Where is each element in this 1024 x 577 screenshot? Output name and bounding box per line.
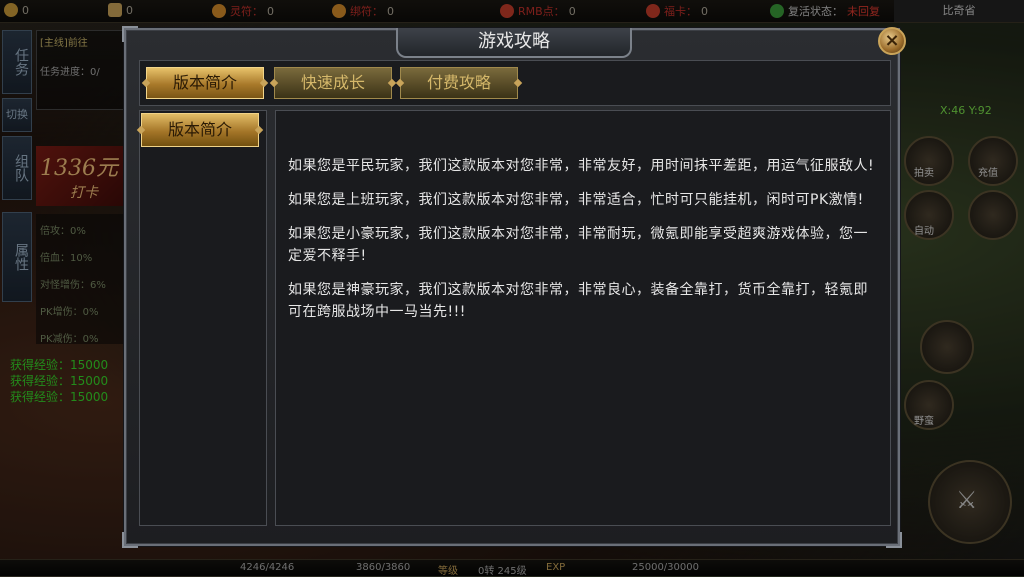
tab-bar: 版本简介 快速成长 付费攻略 — [139, 60, 891, 106]
guide-paragraph: 如果您是平民玩家，我们这款版本对您非常，非常友好，用时间抹平差距，用运气征服敌人… — [288, 158, 875, 174]
close-button[interactable]: × — [878, 27, 906, 55]
frame-corner — [122, 532, 138, 548]
frame-corner — [886, 532, 902, 548]
side-item-version-intro[interactable]: 版本简介 — [141, 113, 259, 147]
tab-fast-growth[interactable]: 快速成长 — [274, 67, 392, 99]
tab-version-intro[interactable]: 版本简介 — [146, 67, 264, 99]
guide-content: 如果您是平民玩家，我们这款版本对您非常，非常友好，用时间抹平差距，用运气征服敌人… — [275, 110, 891, 526]
dialog-title: 游戏攻略 — [396, 28, 632, 58]
guide-dialog: 游戏攻略 × 版本简介 快速成长 付费攻略 版本简介 如果您是平民玩家，我们这款… — [122, 26, 906, 548]
tab-payment-guide[interactable]: 付费攻略 — [400, 67, 518, 99]
guide-side-list: 版本简介 — [139, 110, 267, 526]
guide-paragraph: 如果您是上班玩家，我们这款版本对您非常，非常适合，忙时可只能挂机，闲时可PK激情… — [288, 192, 864, 208]
close-icon: × — [884, 30, 900, 51]
guide-paragraph: 如果您是小豪玩家，我们这款版本对您非常，非常耐玩，微氪即能享受超爽游戏体验，您一… — [288, 226, 868, 264]
frame-corner — [122, 26, 138, 42]
guide-paragraph: 如果您是神豪玩家，我们这款版本对您非常，非常良心，装备全靠打，货币全靠打，轻氪即… — [288, 282, 868, 320]
